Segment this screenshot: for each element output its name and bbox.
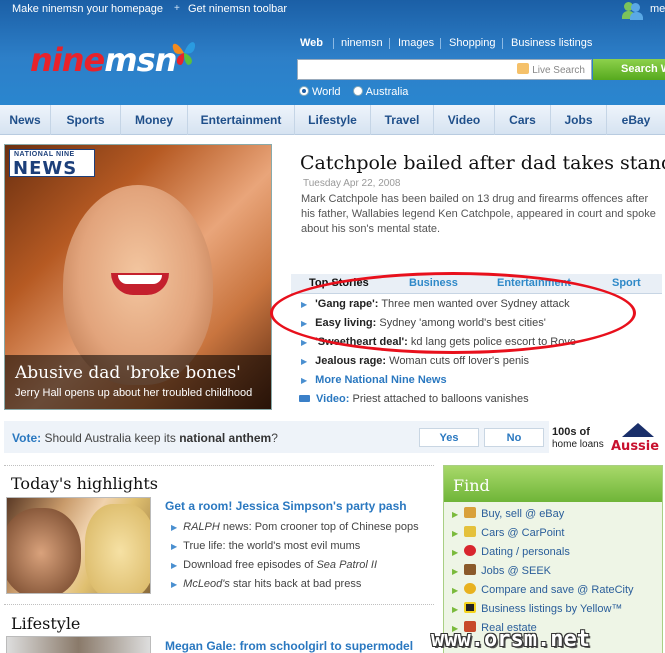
find-item-yellow[interactable]: ▶ Business listings by Yellow™ [452,602,622,615]
find-panel: Find ▶ Buy, sell @ eBay ▶ Cars @ CarPoint … [443,465,663,653]
list-item[interactable]: ▶ McLeod's star hits back at bad press [171,578,361,590]
nav-money[interactable]: Money [121,105,188,135]
yellow-book-icon [464,602,477,613]
national-nine-news-logo: NATIONAL NINE NEWS [9,149,95,179]
live-search-label: Live Search [517,63,585,76]
butterfly-icon [172,42,196,65]
lifestyle-headline[interactable]: Megan Gale: from schoolgirl to supermode… [165,639,413,653]
get-toolbar-link[interactable]: Get ninemsn toolbar [188,3,287,15]
story-item[interactable]: ▶ 'Sweetheart deal': kd lang gets police … [301,336,576,348]
story-item[interactable]: ▶ Easy living: Sydney 'among world's best… [301,317,546,329]
highlights-image[interactable] [6,497,151,594]
nav-entertainment[interactable]: Entertainment [188,105,295,135]
search-tab-shopping[interactable]: Shopping [449,37,496,49]
nav-news[interactable]: News [0,105,51,135]
category-nav: News Sports Money Entertainment Lifestyl… [0,105,665,135]
nav-jobs[interactable]: Jobs [551,105,607,135]
tab-top-stories[interactable]: Top Stories [309,277,369,289]
nav-ebay[interactable]: eBay [607,105,665,135]
tab-sport[interactable]: Sport [612,277,641,289]
live-search-icon [517,63,530,74]
find-item-ebay[interactable]: ▶ Buy, sell @ eBay [452,507,564,520]
search-tab-web[interactable]: Web [300,37,323,49]
hammer-icon [464,507,477,518]
nav-video[interactable]: Video [434,105,495,135]
more-national-nine-news-link[interactable]: ▶ More National Nine News [301,374,447,386]
list-item[interactable]: ▶ RALPH news: Pom crooner top of Chinese … [171,521,419,533]
lifestyle-image[interactable] [6,636,151,653]
feature-title[interactable]: Abusive dad 'broke bones' [15,363,241,383]
messenger-buddies-icon[interactable] [622,0,644,20]
feature-story-image[interactable]: NATIONAL NINE NEWS Abusive dad 'broke bo… [4,144,272,410]
list-item[interactable]: ▶ Download free episodes of Sea Patrol II [171,559,377,571]
arrow-icon: ▶ [171,561,178,570]
arrow-icon: ▶ [301,357,308,366]
orsm-watermark: www.orsm.net [431,627,590,652]
aussie-roof-icon [622,423,654,437]
tab-entertainment[interactable]: Entertainment [497,277,571,289]
story-item[interactable]: ▶ Jealous rage: Woman cuts off lover's pe… [301,355,529,367]
nav-sports[interactable]: Sports [51,105,121,135]
lifestyle-heading: Lifestyle [11,614,81,633]
news-stories-panel: Top Stories Business Entertainment Sport… [291,274,662,412]
find-item-carpoint[interactable]: ▶ Cars @ CarPoint [452,526,564,539]
story-item[interactable]: ▶ 'Gang rape': Three men wanted over Sydn… [301,298,570,310]
user-link[interactable]: me [650,3,665,15]
video-icon [299,395,310,402]
vote-question: Vote: Should Australia keep its national… [12,431,278,445]
stories-tabs: Top Stories Business Entertainment Sport [291,274,662,294]
tab-business[interactable]: Business [409,277,458,289]
ninemsn-logo[interactable]: ninemsn [30,41,177,79]
make-homepage-link[interactable]: Make ninemsn your homepage [12,3,163,15]
vote-no-button[interactable]: No [484,428,544,447]
aussie-home-loans-ad[interactable]: 100s of home loans Aussie [552,422,662,454]
find-item-dating[interactable]: ▶ Dating / personals [452,545,570,558]
arrow-icon: ▶ [301,376,308,385]
find-heading: Find [453,476,490,495]
arrow-icon: ▶ [301,319,308,328]
search-tab-ninemsn[interactable]: ninemsn [341,37,383,49]
highlights-heading: Today's highlights [11,474,158,493]
aussie-logo: Aussie [611,439,660,454]
arrow-icon: ▶ [171,580,178,589]
feature-subtitle[interactable]: Jerry Hall opens up about her troubled c… [15,387,252,399]
video-story-item[interactable]: Video: Priest attached to balloons vanis… [299,393,529,405]
vote-bar: Vote: Should Australia keep its national… [4,421,549,453]
search-input[interactable]: Live Search [297,59,592,80]
car-icon [464,526,477,537]
nav-travel[interactable]: Travel [371,105,434,135]
coin-icon [464,583,477,594]
main-story-date: Tuesday Apr 22, 2008 [303,178,401,189]
site-header: Make ninemsn your homepage + Get ninemsn… [0,0,665,105]
list-item[interactable]: ▶ True life: the world's most evil mums [171,540,360,552]
nav-lifestyle[interactable]: Lifestyle [295,105,371,135]
highlights-headline[interactable]: Get a room! Jessica Simpson's party pash [165,499,407,513]
arrow-icon: ▶ [171,523,178,532]
search-tab-images[interactable]: Images [398,37,434,49]
main-story-summary: Mark Catchpole has been bailed on 13 dru… [301,193,656,235]
arrow-icon: ▶ [301,338,308,347]
main-story-title[interactable]: Catchpole bailed after dad takes stand [300,152,665,174]
scope-world-radio[interactable]: World [299,86,341,98]
arrow-icon: ▶ [171,542,178,551]
heart-icon [464,545,477,556]
vote-yes-button[interactable]: Yes [419,428,479,447]
search-scope: World Australia [299,86,408,98]
find-item-seek[interactable]: ▶ Jobs @ SEEK [452,564,551,577]
top-links-bar: Make ninemsn your homepage + Get ninemsn… [0,0,665,20]
find-item-ratecity[interactable]: ▶ Compare and save @ RateCity [452,583,634,596]
arrow-icon: ▶ [301,300,308,309]
nav-cars[interactable]: Cars [495,105,551,135]
plus-icon: + [174,3,180,14]
briefcase-icon [464,564,477,575]
scope-australia-radio[interactable]: Australia [352,86,408,98]
search-tab-business-listings[interactable]: Business listings [511,37,592,49]
search-button[interactable]: Search W [593,59,665,80]
